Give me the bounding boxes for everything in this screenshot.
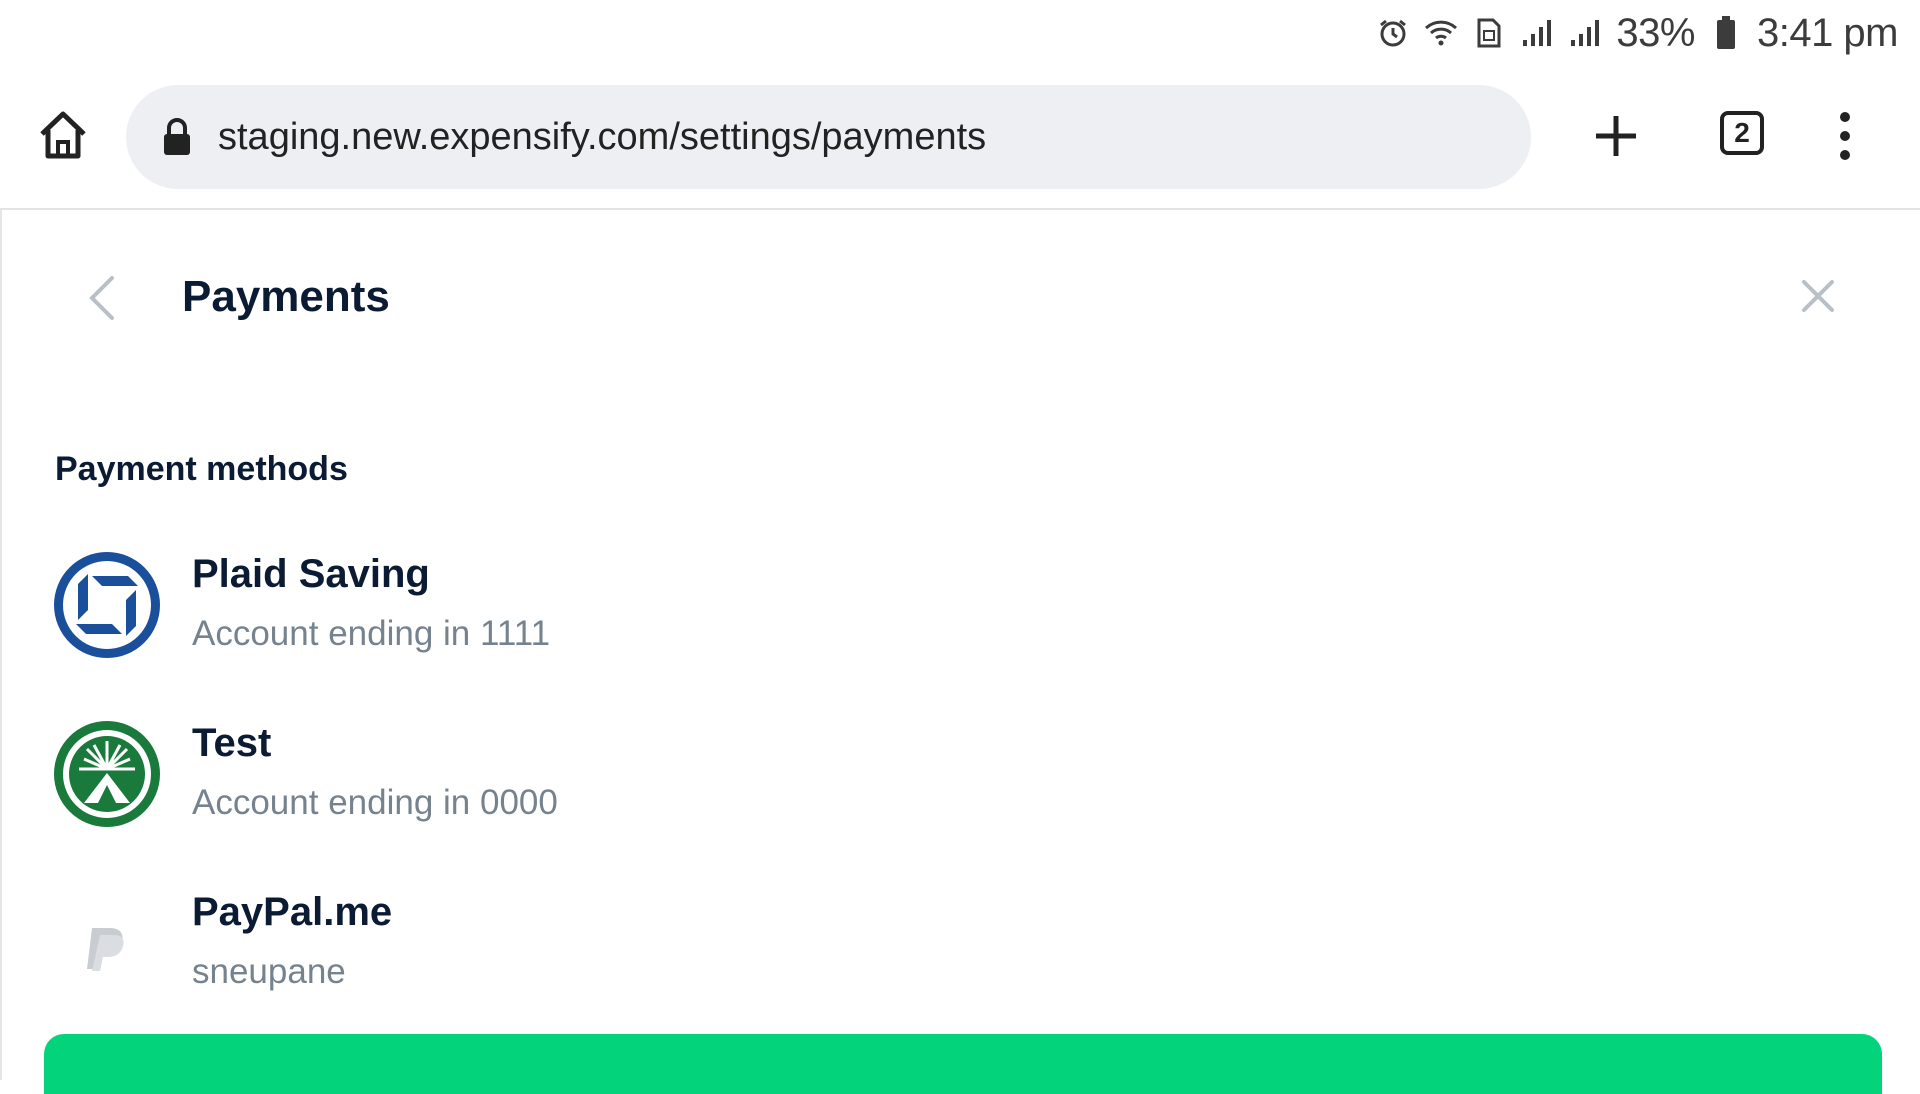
- lock-icon[interactable]: [162, 117, 192, 157]
- payment-method-detail: Account ending in 0000: [192, 783, 558, 822]
- status-bar: 33% 3:41 pm: [0, 0, 1920, 66]
- payment-method-item[interactable]: Plaid Saving Account ending in 1111: [54, 540, 1884, 709]
- fidelity-bank-icon: [54, 721, 160, 827]
- url-bar[interactable]: staging.new.expensify.com/settings/payme…: [126, 85, 1531, 189]
- payments-page: Payments Payment methods Plaid Saving Ac…: [0, 210, 1920, 1094]
- new-tab-icon[interactable]: [1592, 112, 1640, 160]
- payment-method-detail: Account ending in 1111: [192, 614, 551, 653]
- battery-percent: 33%: [1616, 10, 1695, 55]
- url-text[interactable]: staging.new.expensify.com/settings/payme…: [218, 116, 986, 159]
- chevron-left-icon: [89, 276, 114, 320]
- sim-icon: [1472, 16, 1506, 50]
- alarm-icon: [1376, 16, 1410, 50]
- paypal-icon: [54, 890, 160, 996]
- battery-icon: [1709, 16, 1743, 50]
- close-button[interactable]: [1800, 278, 1836, 314]
- payment-method-detail: sneupane: [192, 952, 346, 991]
- tabs-icon[interactable]: 2: [1720, 111, 1764, 155]
- payment-methods-list: Plaid Saving Account ending in 1111 Test…: [54, 540, 1884, 1047]
- signal-icon: [1568, 16, 1602, 50]
- more-menu-icon[interactable]: [1835, 111, 1855, 161]
- payment-method-item[interactable]: Test Account ending in 0000: [54, 709, 1884, 878]
- home-icon[interactable]: [36, 108, 90, 162]
- payment-method-name: PayPal.me: [192, 890, 393, 934]
- clock: 3:41 pm: [1756, 10, 1899, 55]
- back-button[interactable]: [84, 274, 120, 322]
- payment-method-name: Plaid Saving: [192, 552, 430, 596]
- payment-method-item[interactable]: PayPal.me sneupane: [54, 878, 1884, 1047]
- add-payment-method-button[interactable]: [44, 1034, 1882, 1094]
- payment-method-name: Test: [192, 721, 272, 765]
- browser-toolbar: staging.new.expensify.com/settings/payme…: [0, 66, 1920, 210]
- signal-icon: [1520, 16, 1554, 50]
- page-title: Payments: [182, 272, 390, 321]
- chase-bank-icon: [54, 552, 160, 658]
- close-icon: [1802, 280, 1834, 312]
- section-title: Payment methods: [55, 450, 348, 488]
- tab-count: 2: [1734, 117, 1750, 148]
- wifi-icon: [1424, 16, 1458, 50]
